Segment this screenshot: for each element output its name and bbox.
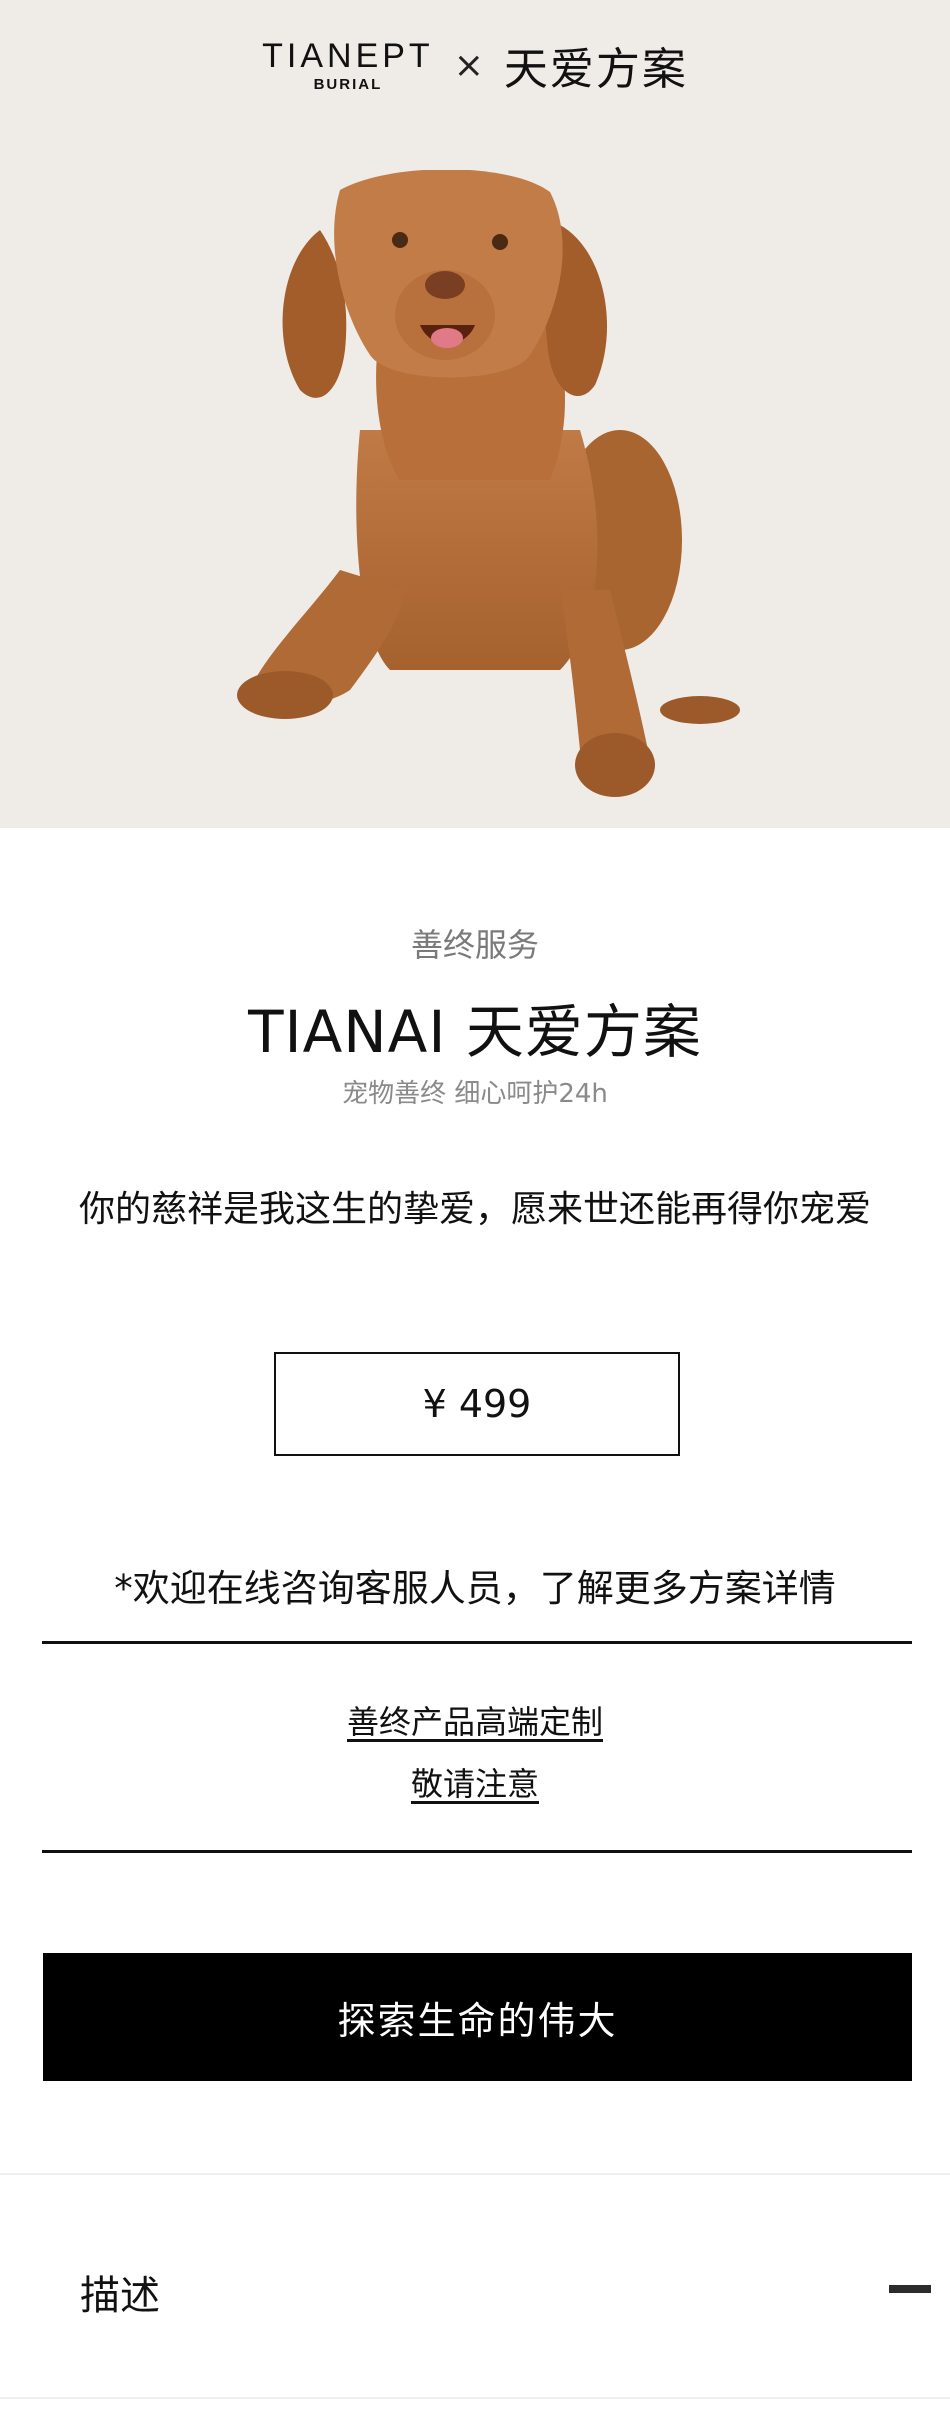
campaign-title: 天爱方案 [503,44,688,95]
notice-link[interactable]: 敬请注意 [0,1759,950,1805]
divider-bottom [42,1850,912,1853]
currency-symbol: ¥ [422,1382,447,1426]
brand-logo-name: TIANEPT [262,36,434,75]
bottom-divider [0,2397,950,2399]
brand-header: TIANEPT BURIAL × 天爱方案 [0,30,950,100]
product-tagline: 你的慈祥是我这生的挚爱，愿来世还能再得你宠爱 [78,1189,871,1230]
accordion-label: 描述 [80,2273,160,2319]
minus-icon[interactable] [889,2285,931,2293]
brand-logo-sub: BURIAL [313,75,383,93]
brand-separator: × [453,44,484,86]
price-box: ¥ 499 [274,1352,680,1456]
divider-top [42,1641,912,1644]
custom-product-link[interactable]: 善终产品高端定制 [0,1697,950,1743]
product-title: TIANAI 天爱方案 [248,998,702,1066]
consult-note: *欢迎在线咨询客服人员，了解更多方案详情 [114,1567,836,1610]
explore-button[interactable]: 探索生命的伟大 [43,1953,912,2081]
product-category: 善终服务 [410,926,539,964]
product-subtitle: 宠物善终 细心呵护24h [342,1079,608,1109]
dog-photo [237,170,740,797]
brand-logo[interactable]: TIANEPT BURIAL [262,39,434,92]
price-value: 499 [458,1382,532,1426]
hero-banner: TIANEPT BURIAL × 天爱方案 [0,0,950,828]
description-accordion[interactable]: 描述 [0,2175,950,2397]
